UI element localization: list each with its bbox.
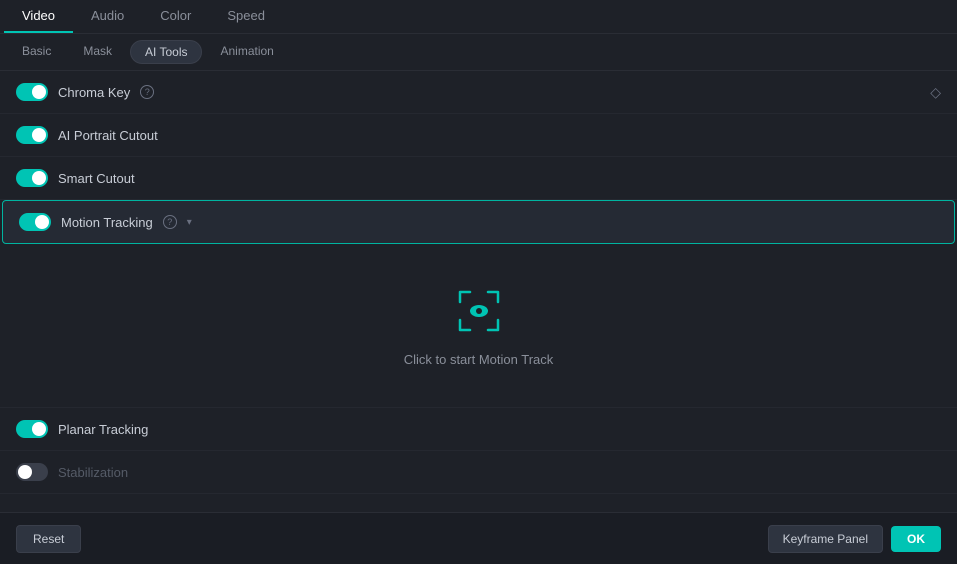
ai-portrait-toggle[interactable] <box>16 126 48 144</box>
ai-portrait-label: AI Portrait Cutout <box>58 128 158 143</box>
motion-track-area[interactable]: Click to start Motion Track <box>0 244 957 408</box>
ai-portrait-row: AI Portrait Cutout <box>0 114 957 157</box>
planar-tracking-label: Planar Tracking <box>58 422 148 437</box>
smart-cutout-row: Smart Cutout <box>0 157 957 200</box>
chroma-key-label: Chroma Key <box>58 85 130 100</box>
tab-speed[interactable]: Speed <box>209 0 283 33</box>
smart-cutout-label: Smart Cutout <box>58 171 135 186</box>
tab-audio[interactable]: Audio <box>73 0 142 33</box>
stabilization-row: Stabilization <box>0 451 957 494</box>
chroma-key-knob <box>32 85 46 99</box>
sub-tabs: Basic Mask AI Tools Animation <box>0 34 957 71</box>
subtab-mask[interactable]: Mask <box>69 40 126 64</box>
planar-tracking-row: Planar Tracking <box>0 408 957 451</box>
top-tabs: Video Audio Color Speed <box>0 0 957 34</box>
motion-track-icon <box>452 284 506 338</box>
subtab-basic[interactable]: Basic <box>8 40 65 64</box>
subtab-animation[interactable]: Animation <box>206 40 287 64</box>
stabilization-label: Stabilization <box>58 465 128 480</box>
motion-track-label: Click to start Motion Track <box>404 352 554 367</box>
bottom-right: Keyframe Panel OK <box>768 525 941 553</box>
smart-cutout-knob <box>32 171 46 185</box>
planar-tracking-toggle[interactable] <box>16 420 48 438</box>
chroma-key-row: Chroma Key ? ◇ <box>0 71 957 114</box>
chroma-key-help-icon[interactable]: ? <box>140 85 154 99</box>
main-content: Chroma Key ? ◇ AI Portrait Cutout Smart … <box>0 71 957 495</box>
motion-tracking-chevron-icon[interactable]: ▾ <box>187 217 192 228</box>
tab-video[interactable]: Video <box>4 0 73 33</box>
reset-button[interactable]: Reset <box>16 525 81 553</box>
motion-tracking-knob <box>35 215 49 229</box>
motion-tracking-help-icon[interactable]: ? <box>163 215 177 229</box>
bottom-bar: Reset Keyframe Panel OK <box>0 512 957 564</box>
subtab-ai-tools[interactable]: AI Tools <box>130 40 202 64</box>
ok-button[interactable]: OK <box>891 526 941 552</box>
stabilization-toggle[interactable] <box>16 463 48 481</box>
stabilization-knob <box>18 465 32 479</box>
chroma-key-toggle[interactable] <box>16 83 48 101</box>
smart-cutout-toggle[interactable] <box>16 169 48 187</box>
motion-tracking-toggle[interactable] <box>19 213 51 231</box>
keyframe-panel-button[interactable]: Keyframe Panel <box>768 525 883 553</box>
chroma-key-diamond-icon[interactable]: ◇ <box>930 84 941 101</box>
motion-track-icon-container <box>452 284 506 338</box>
ai-portrait-knob <box>32 128 46 142</box>
tab-color[interactable]: Color <box>142 0 209 33</box>
motion-tracking-row: Motion Tracking ? ▾ <box>2 200 955 244</box>
motion-tracking-label: Motion Tracking <box>61 215 153 230</box>
planar-tracking-knob <box>32 422 46 436</box>
